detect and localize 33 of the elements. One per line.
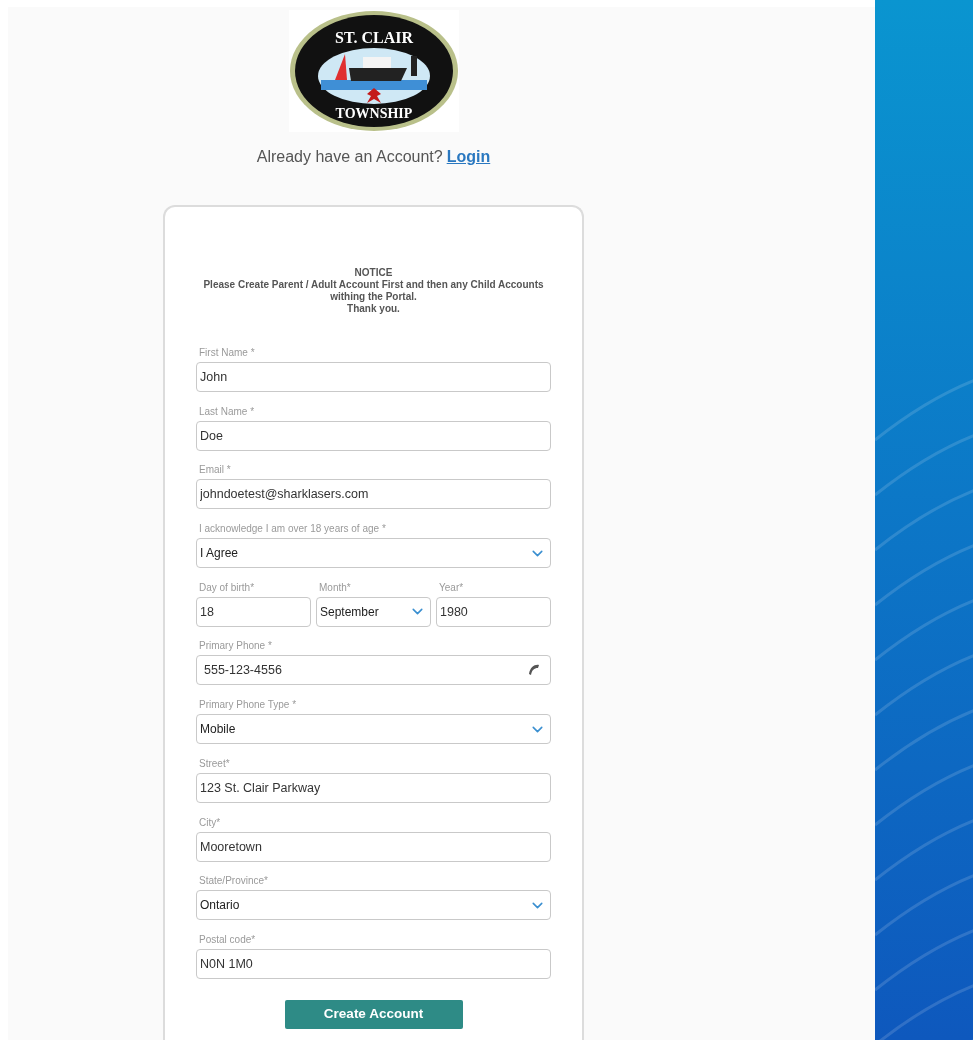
select-field[interactable]: September (316, 596, 431, 627)
field-label: First Name * (198, 346, 256, 360)
input-field[interactable]: 123 St. Clair Parkway (196, 772, 551, 803)
field-label: Postal code* (198, 932, 257, 947)
input-field[interactable]: johndoetest@sharklasers.com (196, 479, 551, 510)
input-field[interactable]: 1980 (436, 596, 551, 627)
select-field[interactable]: I Agree (196, 538, 551, 569)
field-label: Email * (198, 463, 232, 478)
logo-text: TOWNSHIP (335, 106, 412, 121)
input-field[interactable]: 18 (196, 596, 311, 627)
input-field[interactable]: Doe (196, 420, 551, 451)
field-label: Month* (318, 580, 352, 595)
field-label: Year* (438, 580, 465, 595)
input-field[interactable]: N0N 1M0 (196, 948, 551, 979)
field-label: Street* (198, 756, 231, 771)
login-link[interactable]: Login (446, 145, 491, 169)
field-label: Primary Phone Type * (198, 698, 298, 713)
field-label: Day of birth* (198, 580, 256, 595)
field-label: I acknowledge I am over 18 years of age * (198, 522, 387, 537)
login-prompt: Already have an Account? (256, 147, 443, 167)
logo-text: ST. CLAIR (334, 29, 413, 46)
phone-icon (527, 663, 541, 678)
phone-field[interactable]: 555-123-4556 (196, 655, 551, 686)
select-field[interactable]: Ontario (196, 890, 551, 921)
input-field[interactable]: Mooretown (196, 831, 551, 862)
select-field[interactable]: Mobile (196, 714, 551, 745)
field-label: City* (198, 815, 222, 830)
field-label: Primary Phone * (198, 639, 273, 654)
create-account-button[interactable]: Create Account (284, 999, 463, 1029)
input-field[interactable]: John (196, 362, 551, 392)
field-label: Last Name * (198, 404, 256, 419)
field-label: State/Province* (198, 874, 269, 889)
notice-text: NOTICE Please Create Parent / Adult Account First and then any Child Accounts withing the Portal. Thank you. (202, 267, 545, 315)
